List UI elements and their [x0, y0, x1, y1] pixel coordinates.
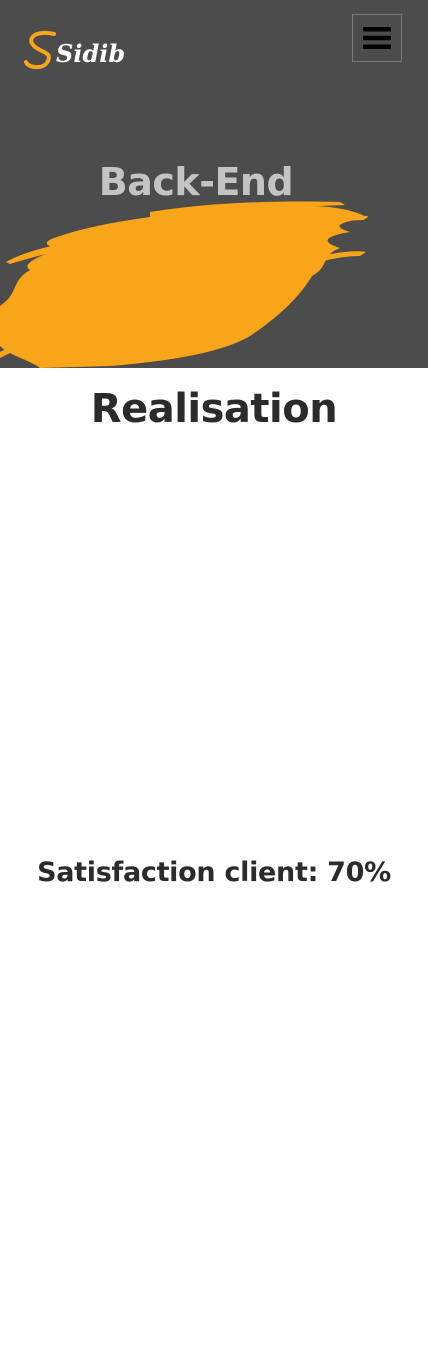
- logo[interactable]: Sidibé: [24, 28, 124, 72]
- hero-title: Back-End: [98, 160, 294, 204]
- logo-mark: Sidibé: [24, 31, 124, 70]
- section-title: Realisation: [90, 386, 338, 432]
- hamburger-icon: [363, 27, 391, 49]
- hero-banner: Sidibé Back-End: [0, 0, 428, 368]
- logo-wordmark: Sidibé: [56, 39, 124, 68]
- menu-button[interactable]: [352, 14, 402, 62]
- satisfaction-label: Satisfaction client: 70%: [37, 857, 391, 888]
- brush-stroke-decoration: [0, 201, 368, 368]
